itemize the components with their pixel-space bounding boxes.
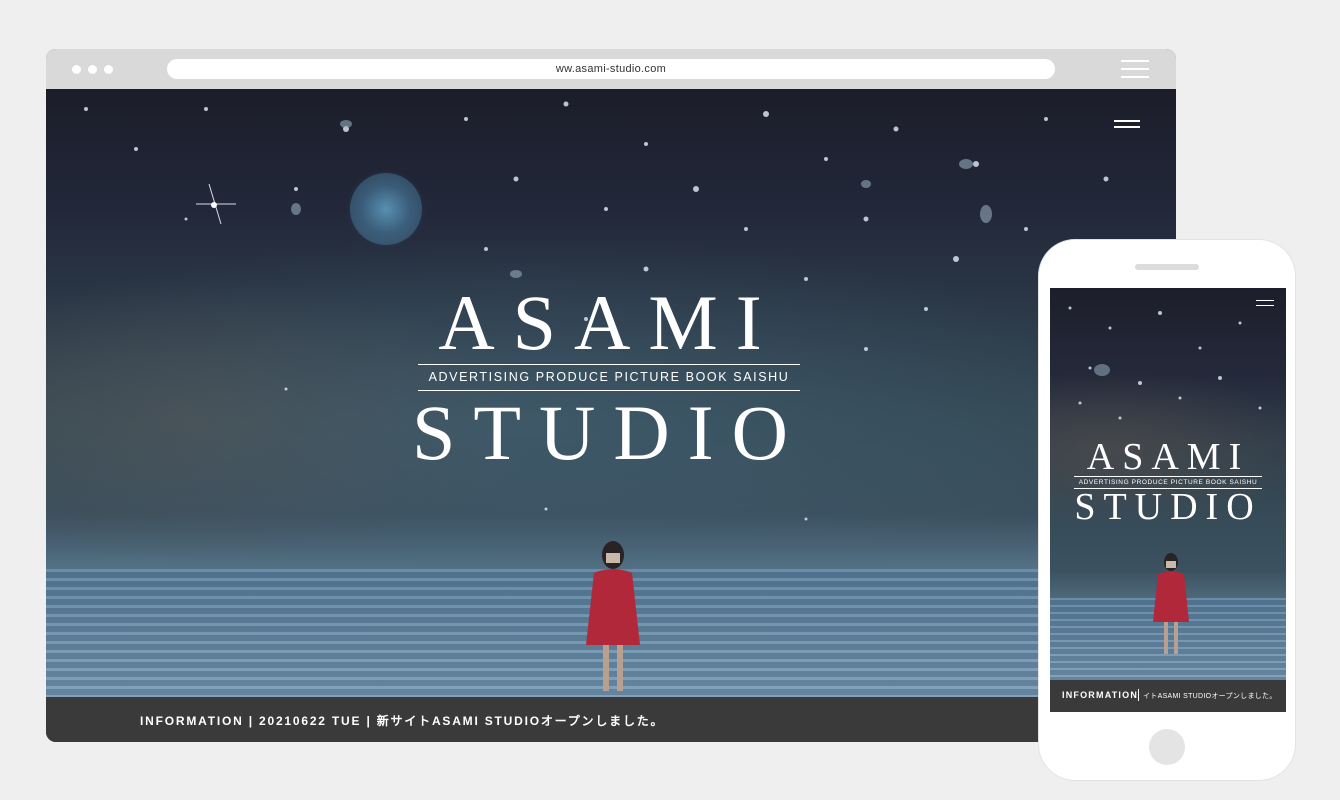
window-dot-icon: [88, 65, 97, 74]
logo-tagline: ADVERTISING PRODUCE PICTURE BOOK SAISHU: [428, 370, 790, 384]
phone-speaker: [1135, 264, 1199, 270]
phone-info-label: INFORMATION: [1062, 690, 1139, 700]
phone-logo-rule-top: [1074, 476, 1262, 477]
phone-logo-tagline: ADVERTISING PRODUCE PICTURE BOOK SAISHU: [1078, 479, 1258, 486]
girl-figure-illustration: [586, 541, 640, 691]
phone-home-button[interactable]: [1149, 729, 1185, 765]
phone-info-divider: [1138, 689, 1139, 701]
phone-logo-word-asami: ASAMI: [1086, 436, 1250, 478]
logo-word-asami: ASAMI: [438, 279, 780, 366]
logo-rule-top: [418, 364, 800, 365]
phone-girl-figure-illustration: [1153, 553, 1189, 654]
phone-logo-word-studio: STUDIO: [1074, 486, 1262, 528]
information-text[interactable]: INFORMATION | 20210622 TUE | 新サイトASAMI S…: [140, 712, 664, 729]
phone-info-message[interactable]: イトASAMI STUDIOオープンしました。: [1143, 691, 1277, 701]
site-hamburger-icon[interactable]: [1114, 120, 1140, 130]
browser-toolbar: ww.asami-studio.com: [46, 49, 1176, 89]
logo-word-studio: STUDIO: [412, 389, 806, 476]
desktop-browser-mockup: ww.asami-studio.com ASAMI ADVERTISING PR…: [46, 49, 1176, 742]
phone-hero-image: ASAMI ADVERTISING PRODUCE PICTURE BOOK S…: [1050, 288, 1286, 680]
phone-information-bar: INFORMATION イトASAMI STUDIOオープンしました。: [1050, 680, 1286, 712]
window-dot-icon: [104, 65, 113, 74]
phone-screen: ASAMI ADVERTISING PRODUCE PICTURE BOOK S…: [1050, 288, 1286, 712]
address-bar[interactable]: ww.asami-studio.com: [167, 59, 1055, 79]
phone-site-logo[interactable]: ASAMI ADVERTISING PRODUCE PICTURE BOOK S…: [1070, 438, 1266, 526]
hero-image: ASAMI ADVERTISING PRODUCE PICTURE BOOK S…: [46, 89, 1176, 697]
site-logo[interactable]: ASAMI ADVERTISING PRODUCE PICTURE BOOK S…: [412, 279, 806, 472]
phone-hamburger-icon[interactable]: [1256, 300, 1274, 306]
window-dot-icon: [72, 65, 81, 74]
browser-hamburger-icon[interactable]: [1121, 60, 1149, 78]
information-bar: INFORMATION | 20210622 TUE | 新サイトASAMI S…: [46, 697, 1176, 742]
phone-mockup: ASAMI ADVERTISING PRODUCE PICTURE BOOK S…: [1039, 240, 1295, 780]
